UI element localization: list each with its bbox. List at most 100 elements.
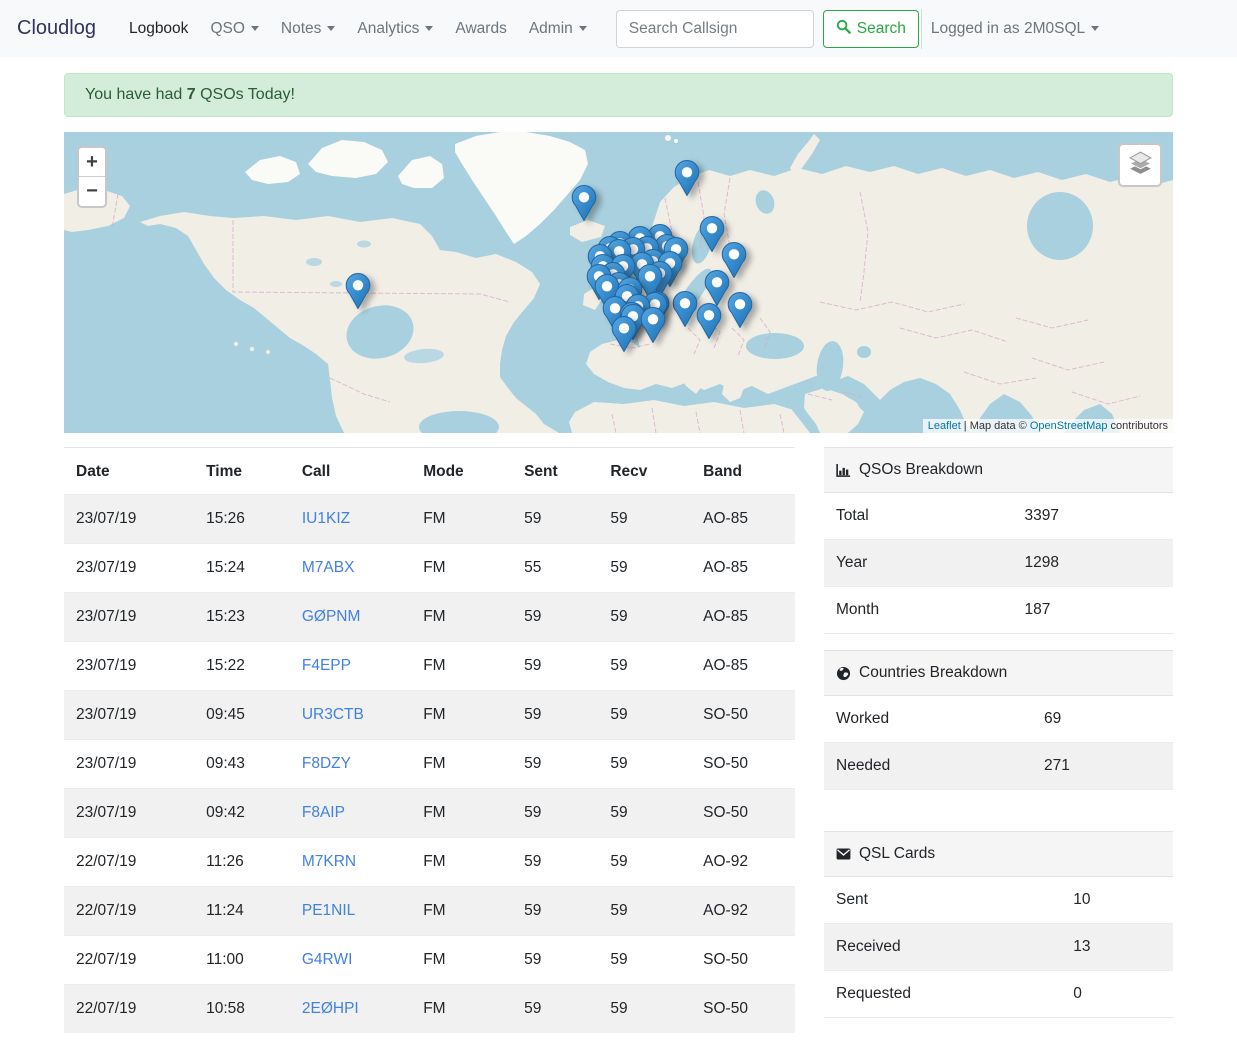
qso-call-cell: 2EØHPI xyxy=(289,984,412,1033)
column-header-band: Band xyxy=(703,463,742,480)
card-header: Countries Breakdown xyxy=(824,650,1173,696)
stat-row-sent: Sent 10 xyxy=(824,877,1173,924)
callsign-link[interactable]: F4EPP xyxy=(302,657,351,674)
table-row: 22/07/19 11:26 M7KRN FM 59 59 AO-92 xyxy=(64,837,795,887)
table-row: 23/07/19 09:45 UR3CTB FM 59 59 SO-50 xyxy=(64,690,795,740)
zoom-out-button[interactable]: − xyxy=(79,177,105,206)
alert-text-prefix: You have had xyxy=(85,86,187,103)
nav-link-notes[interactable]: Notes xyxy=(270,12,347,46)
stat-label: Needed xyxy=(836,757,891,774)
nav-link-awards[interactable]: Awards xyxy=(444,12,517,46)
callsign-link[interactable]: GØPNM xyxy=(302,608,361,625)
column-header-time: Time xyxy=(206,463,243,480)
qso-cell-mode: FM xyxy=(411,837,513,887)
qso-cell-mode: FM xyxy=(411,984,513,1033)
stat-row-needed: Needed 271 xyxy=(824,743,1173,790)
map-pin-icon[interactable] xyxy=(611,316,637,357)
qso-cell-recv: 59 xyxy=(598,984,692,1033)
callsign-link[interactable]: F8AIP xyxy=(302,804,345,821)
qso-cell-sent: 55 xyxy=(512,543,599,593)
qso-cell-time: 09:45 xyxy=(194,690,290,740)
navbar: Cloudlog Logbook QSO Notes Analytics Awards A… xyxy=(0,0,1237,57)
qso-call-cell: F8DZY xyxy=(289,739,412,789)
qso-cell-time: 15:24 xyxy=(194,543,290,593)
chevron-down-icon xyxy=(1091,26,1100,31)
map-pin-icon[interactable] xyxy=(571,184,597,226)
qso-cell-date: 23/07/19 xyxy=(64,739,195,789)
callsign-link[interactable]: IU1KIZ xyxy=(302,510,350,527)
qso-cell-band: SO-50 xyxy=(691,788,795,838)
qso-cell-band: AO-85 xyxy=(691,641,795,691)
map-pin-icon[interactable] xyxy=(640,307,666,348)
nav-link-analytics[interactable]: Analytics xyxy=(346,12,444,46)
search-button-label: Search xyxy=(856,19,906,37)
callsign-link[interactable]: M7KRN xyxy=(302,853,356,870)
search-button[interactable]: Search xyxy=(822,9,919,48)
brand-logo[interactable]: Cloudlog xyxy=(17,17,96,40)
nav-link-label: Analytics xyxy=(357,19,420,37)
search-input[interactable] xyxy=(615,9,814,48)
column-header-sent: Sent xyxy=(524,463,558,480)
callsign-link[interactable]: M7ABX xyxy=(302,559,355,576)
map-layers-control[interactable] xyxy=(1118,143,1162,187)
recent-qsos-table: Date Time Call Mode Sent Recv Band 23/07/19 15:… xyxy=(64,447,795,1033)
zoom-in-button[interactable]: + xyxy=(79,148,105,177)
nav-link-admin[interactable]: Admin xyxy=(518,12,598,46)
map-attribution: Leaflet | Map data © OpenStreetMap contr… xyxy=(922,419,1173,433)
qso-cell-date: 23/07/19 xyxy=(64,592,195,642)
qso-cell-time: 09:43 xyxy=(194,739,290,789)
chevron-down-icon xyxy=(425,26,434,31)
qso-cell-sent: 59 xyxy=(512,641,599,691)
map-pin-icon[interactable] xyxy=(345,273,371,314)
table-row: 22/07/19 10:58 2EØHPI FM 59 59 SO-50 xyxy=(64,984,795,1033)
table-row: 22/07/19 11:00 G4RWI FM 59 59 SO-50 xyxy=(64,935,795,985)
qso-cell-recv: 59 xyxy=(598,641,692,691)
map-pin-icon[interactable] xyxy=(728,292,753,333)
openstreetmap-link[interactable]: OpenStreetMap xyxy=(1030,420,1108,432)
stat-value: 187 xyxy=(1024,601,1051,618)
stat-value: 3397 xyxy=(1024,507,1059,524)
nav-link-logbook[interactable]: Logbook xyxy=(118,12,199,46)
map-pin-icon[interactable] xyxy=(674,159,700,201)
callsign-link[interactable]: F8DZY xyxy=(302,755,351,772)
qso-cell-band: AO-85 xyxy=(691,592,795,642)
qso-cell-date: 22/07/19 xyxy=(64,837,195,887)
nav-link-label: Notes xyxy=(280,19,322,37)
callsign-link[interactable]: 2EØHPI xyxy=(302,1000,359,1017)
callsign-link[interactable]: UR3CTB xyxy=(302,706,364,723)
nav-link-label: Awards xyxy=(455,19,507,37)
qso-cell-sent: 59 xyxy=(512,788,599,838)
qso-cell-time: 11:00 xyxy=(194,935,290,985)
nav-link-label: Admin xyxy=(528,19,573,37)
qso-cell-mode: FM xyxy=(411,788,513,838)
qso-cell-date: 23/07/19 xyxy=(64,494,195,544)
alert-qso-count: 7 xyxy=(186,86,196,103)
qso-cell-mode: FM xyxy=(411,690,513,740)
stat-label: Sent xyxy=(836,891,868,908)
qso-cell-recv: 59 xyxy=(598,886,692,936)
qso-call-cell: M7KRN xyxy=(289,837,412,887)
qso-cell-mode: FM xyxy=(411,739,513,789)
callsign-link[interactable]: PE1NIL xyxy=(302,902,355,919)
alert-text-suffix: QSOs Today! xyxy=(195,86,295,103)
nav-link-qso[interactable]: QSO xyxy=(199,12,269,46)
table-row: 23/07/19 15:24 M7ABX FM 55 59 AO-85 xyxy=(64,543,795,593)
map-pin-icon[interactable] xyxy=(672,290,698,332)
leaflet-link[interactable]: Leaflet xyxy=(928,420,961,432)
qso-call-cell: G4RWI xyxy=(289,935,412,985)
qso-cell-band: AO-92 xyxy=(691,886,795,936)
qso-world-map[interactable]: + − Leaflet | Map data © OpenStreetMap c… xyxy=(64,132,1173,433)
bar-chart-icon xyxy=(836,463,851,478)
qso-cell-recv: 59 xyxy=(598,592,692,642)
qso-cell-band: AO-85 xyxy=(691,543,795,593)
user-menu-label: Logged in as 2M0SQL xyxy=(930,19,1086,37)
qso-cell-time: 10:58 xyxy=(194,984,290,1033)
nav-item-notes: Notes xyxy=(270,12,347,46)
map-pin-icon[interactable] xyxy=(697,302,722,344)
user-menu[interactable]: Logged in as 2M0SQL xyxy=(930,19,1100,38)
stat-label: Requested xyxy=(836,985,911,1002)
callsign-link[interactable]: G4RWI xyxy=(302,951,353,968)
card-title: QSOs Breakdown xyxy=(859,461,984,478)
stat-value: 0 xyxy=(1073,985,1082,1002)
qso-cell-sent: 59 xyxy=(512,984,599,1033)
